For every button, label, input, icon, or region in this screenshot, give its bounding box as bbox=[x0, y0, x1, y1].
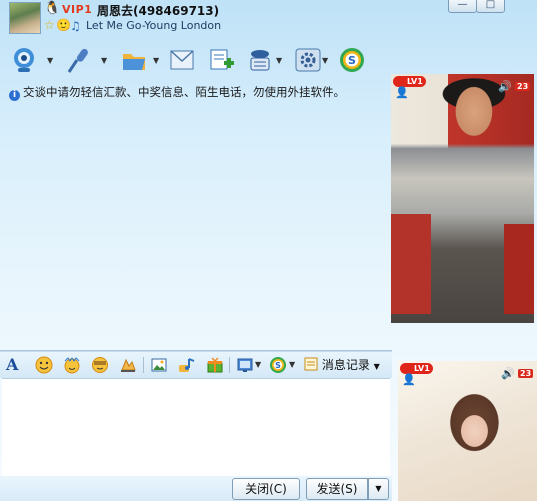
settings-icon[interactable] bbox=[294, 46, 322, 74]
microphone-dropdown-icon[interactable]: ▼ bbox=[101, 56, 107, 65]
microphone-icon[interactable] bbox=[65, 46, 93, 74]
gift-icon[interactable] bbox=[206, 356, 224, 374]
message-history-area[interactable] bbox=[0, 104, 392, 350]
video-background bbox=[391, 214, 431, 314]
soso-dropdown-icon[interactable]: ▼ bbox=[289, 360, 295, 369]
music-icon[interactable] bbox=[178, 356, 196, 374]
maximize-button[interactable]: □ bbox=[476, 0, 505, 13]
vip-badge: VIP1 bbox=[62, 3, 93, 16]
speaker-icon[interactable]: 🔊 bbox=[498, 81, 512, 93]
music-note-icon: ♫ bbox=[70, 19, 81, 33]
star-icon: ☆ bbox=[44, 18, 55, 32]
folder-dropdown-icon[interactable]: ▼ bbox=[153, 56, 159, 65]
contact-avatar[interactable] bbox=[9, 2, 41, 34]
message-history-label: 消息记录 bbox=[321, 358, 370, 372]
settings-dropdown-icon[interactable]: ▼ bbox=[322, 56, 328, 65]
user-status-icon: 👤 bbox=[402, 373, 416, 386]
mail-icon[interactable] bbox=[168, 46, 196, 74]
smiley-icon[interactable] bbox=[35, 356, 53, 374]
message-input[interactable] bbox=[2, 378, 390, 477]
image-icon[interactable] bbox=[150, 356, 168, 374]
svg-text:S: S bbox=[275, 361, 281, 370]
security-notice-text: 交谈中请勿轻信汇款、中奖信息、陌生电话，勿使用外挂软件。 bbox=[23, 85, 345, 99]
send-button[interactable]: 发送(S) bbox=[306, 478, 368, 500]
contact-name[interactable]: 周恩去(498469713) bbox=[97, 2, 219, 19]
remote-video-panel[interactable]: LV1 👤 🔊 23 bbox=[391, 74, 534, 323]
folder-icon[interactable] bbox=[120, 46, 148, 74]
webcam-icon[interactable] bbox=[10, 46, 38, 74]
footer-bar: 关闭(C) 发送(S) ▼ bbox=[0, 476, 392, 501]
message-history-button[interactable]: 消息记录 ▼ bbox=[304, 355, 380, 375]
close-button[interactable]: 关闭(C) bbox=[232, 478, 300, 500]
video-background bbox=[504, 224, 534, 314]
format-separator bbox=[143, 357, 144, 373]
volume-badge: 23 bbox=[518, 369, 534, 378]
security-notice: i 交谈中请勿轻信汇款、中奖信息、陌生电话，勿使用外挂软件。 bbox=[9, 84, 345, 101]
contact-card-dropdown-icon[interactable]: ▼ bbox=[276, 56, 282, 65]
screenshot-dropdown-icon[interactable]: ▼ bbox=[255, 360, 261, 369]
history-dropdown-icon[interactable]: ▼ bbox=[374, 362, 380, 371]
screenshot-icon[interactable] bbox=[236, 356, 254, 374]
contact-card-icon[interactable] bbox=[246, 46, 274, 74]
main-toolbar: ▼ ▼ ▼ ▼ ▼ S bbox=[0, 46, 392, 80]
volume-badge: 23 bbox=[515, 82, 531, 91]
magic-face-icon[interactable] bbox=[63, 356, 81, 374]
send-options-dropdown-icon[interactable]: ▼ bbox=[368, 478, 389, 500]
format-toolbar: A ▼ S ▼ 消息记录 ▼ bbox=[0, 351, 392, 378]
song-title[interactable]: Let Me Go-Young London bbox=[86, 19, 221, 32]
qq-penguin-icon: 🐧 bbox=[44, 1, 61, 16]
soso-icon[interactable]: S bbox=[338, 46, 366, 74]
minimize-button[interactable]: — bbox=[448, 0, 477, 13]
smiley-status-icon: 🙂 bbox=[56, 18, 71, 32]
chat-window: 🐧 VIP1 周恩去(498469713) ☆ 🙂 ♫ Let Me Go-Yo… bbox=[0, 0, 537, 501]
webcam-dropdown-icon[interactable]: ▼ bbox=[47, 56, 53, 65]
add-note-icon[interactable] bbox=[207, 46, 235, 74]
font-icon[interactable]: A bbox=[6, 356, 24, 374]
svg-text:S: S bbox=[348, 54, 356, 67]
soso-small-icon[interactable]: S bbox=[269, 356, 287, 374]
local-video-panel[interactable]: LV1 👤 🔊 23 bbox=[398, 361, 537, 501]
voice-emoticon-icon[interactable] bbox=[91, 356, 109, 374]
user-status-icon: 👤 bbox=[395, 86, 409, 99]
format-separator bbox=[229, 357, 230, 373]
shake-icon[interactable] bbox=[119, 356, 137, 374]
info-icon: i bbox=[9, 90, 20, 101]
history-icon bbox=[304, 357, 318, 371]
speaker-icon[interactable]: 🔊 bbox=[501, 368, 515, 380]
